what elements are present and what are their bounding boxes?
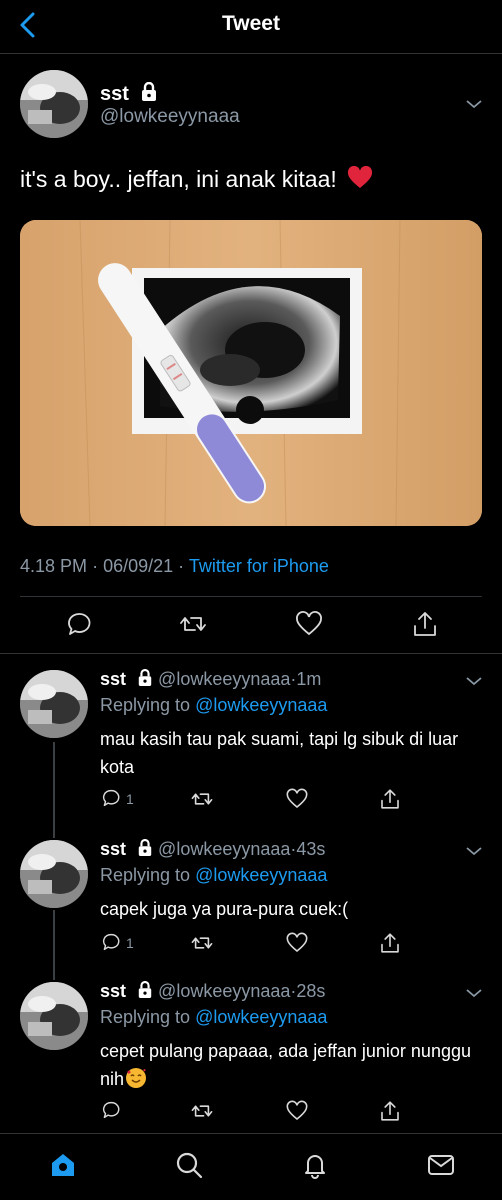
notifications-icon[interactable] xyxy=(300,1150,330,1180)
reply-time: 43s xyxy=(296,839,326,859)
retweet-icon[interactable] xyxy=(178,609,208,639)
reply-icon[interactable] xyxy=(64,609,94,639)
reply-header: sst @lowkeeyynaaa·28s xyxy=(100,981,325,1002)
share-icon[interactable] xyxy=(378,787,402,811)
reply-text-content: cepet pulang papaaa, ada jeffan junior n… xyxy=(100,1041,471,1089)
reply-icon[interactable] xyxy=(100,931,122,953)
reply-tweet[interactable]: sst @lowkeeyynaaa·43s Replying to @lowke… xyxy=(0,825,502,967)
replying-to: Replying to @lowkeeyynaaa xyxy=(100,695,327,716)
lock-icon xyxy=(138,669,152,686)
user-handle[interactable]: @lowkeeyynaaa xyxy=(158,981,290,1001)
avatar[interactable] xyxy=(20,670,88,738)
home-icon[interactable] xyxy=(48,1150,78,1180)
chevron-down-icon[interactable] xyxy=(465,98,483,110)
share-icon[interactable] xyxy=(410,609,440,639)
reply-time: 28s xyxy=(296,981,326,1001)
reply-tweet[interactable]: sst @lowkeeyynaaa·28s Replying to @lowke… xyxy=(0,967,502,1133)
chevron-down-icon[interactable] xyxy=(465,987,483,999)
lock-icon xyxy=(138,839,152,856)
meta-dot: · xyxy=(92,556,99,576)
tweet-time: 4.18 PM xyxy=(20,556,88,576)
heart-icon[interactable] xyxy=(285,931,309,955)
lock-icon xyxy=(138,981,152,998)
reply-icon[interactable] xyxy=(100,1099,122,1121)
retweet-icon[interactable] xyxy=(190,931,214,955)
reply-time: 1m xyxy=(296,669,322,689)
chevron-down-icon[interactable] xyxy=(465,675,483,687)
reply-header: sst @lowkeeyynaaa·1m xyxy=(100,669,321,690)
avatar[interactable] xyxy=(20,70,88,138)
reply-header: sst @lowkeeyynaaa·43s xyxy=(100,839,325,860)
retweet-icon[interactable] xyxy=(190,787,214,811)
smiling-face-with-hearts-emoji-icon xyxy=(126,1068,147,1088)
divider xyxy=(20,596,482,597)
replying-to-link[interactable]: @lowkeeyynaaa xyxy=(195,695,327,715)
top-bar: Tweet xyxy=(0,0,502,54)
reply-text: capek juga ya pura-pura cuek:( xyxy=(100,899,349,919)
user-handle[interactable]: @lowkeeyynaaa xyxy=(158,669,290,689)
bottom-nav xyxy=(0,1133,502,1200)
reply-actions: 1 xyxy=(0,931,502,963)
display-name[interactable]: sst xyxy=(100,839,126,859)
display-name-text[interactable]: sst xyxy=(100,83,129,105)
share-icon[interactable] xyxy=(378,931,402,955)
messages-icon[interactable] xyxy=(426,1150,456,1180)
replying-to-label: Replying to xyxy=(100,695,191,715)
search-icon[interactable] xyxy=(174,1150,204,1180)
ultrasound-photo-illustration xyxy=(20,220,482,526)
heart-icon[interactable] xyxy=(294,609,324,639)
red-heart-emoji-icon xyxy=(348,166,373,188)
reply-actions xyxy=(0,1099,502,1131)
tweet-text: it's a boy.. jeffan, ini anak kitaa! xyxy=(20,164,373,194)
replying-to: Replying to @lowkeeyynaaa xyxy=(100,865,327,886)
share-icon[interactable] xyxy=(378,1099,402,1123)
heart-icon[interactable] xyxy=(285,1099,309,1123)
reply-tweet[interactable]: sst @lowkeeyynaaa·1m Replying to @lowkee… xyxy=(0,655,502,825)
heart-icon[interactable] xyxy=(285,787,309,811)
tweet-source-link[interactable]: Twitter for iPhone xyxy=(189,556,329,576)
user-handle[interactable]: @lowkeeyynaaa xyxy=(100,106,240,128)
reply-count: 1 xyxy=(126,935,134,951)
tweet-actions xyxy=(0,609,502,641)
tweet-image[interactable] xyxy=(20,220,482,526)
reply-text: mau kasih tau pak suami, tapi lg sibuk d… xyxy=(100,729,459,777)
display-name[interactable]: sst xyxy=(100,981,126,1001)
avatar[interactable] xyxy=(20,840,88,908)
retweet-icon[interactable] xyxy=(190,1099,214,1123)
replying-to-link[interactable]: @lowkeeyynaaa xyxy=(195,1007,327,1027)
reply-count: 1 xyxy=(126,791,134,807)
reply-text: cepet pulang papaaa, ada jeffan junior n… xyxy=(100,1037,480,1093)
avatar[interactable] xyxy=(20,982,88,1050)
lock-icon xyxy=(142,82,157,101)
page-title: Tweet xyxy=(222,12,280,35)
meta-dot: · xyxy=(178,556,185,576)
reply-actions: 1 xyxy=(0,787,502,819)
replying-to-link[interactable]: @lowkeeyynaaa xyxy=(195,865,327,885)
reply-icon[interactable] xyxy=(100,787,122,809)
user-handle[interactable]: @lowkeeyynaaa xyxy=(158,839,290,859)
tweet-meta: 4.18 PM · 06/09/21 · Twitter for iPhone xyxy=(20,556,329,577)
replying-to-label: Replying to xyxy=(100,1007,191,1027)
replying-to-label: Replying to xyxy=(100,865,191,885)
tweet-date: 06/09/21 xyxy=(103,556,174,576)
tweet-text-content: it's a boy.. jeffan, ini anak kitaa! xyxy=(20,166,337,192)
chevron-down-icon[interactable] xyxy=(465,845,483,857)
display-name[interactable]: sst xyxy=(100,669,126,689)
replying-to: Replying to @lowkeeyynaaa xyxy=(100,1007,327,1028)
display-name[interactable]: sst xyxy=(100,82,158,106)
main-tweet: sst @lowkeeyynaaa it's a boy.. jeffan, i… xyxy=(0,54,502,654)
